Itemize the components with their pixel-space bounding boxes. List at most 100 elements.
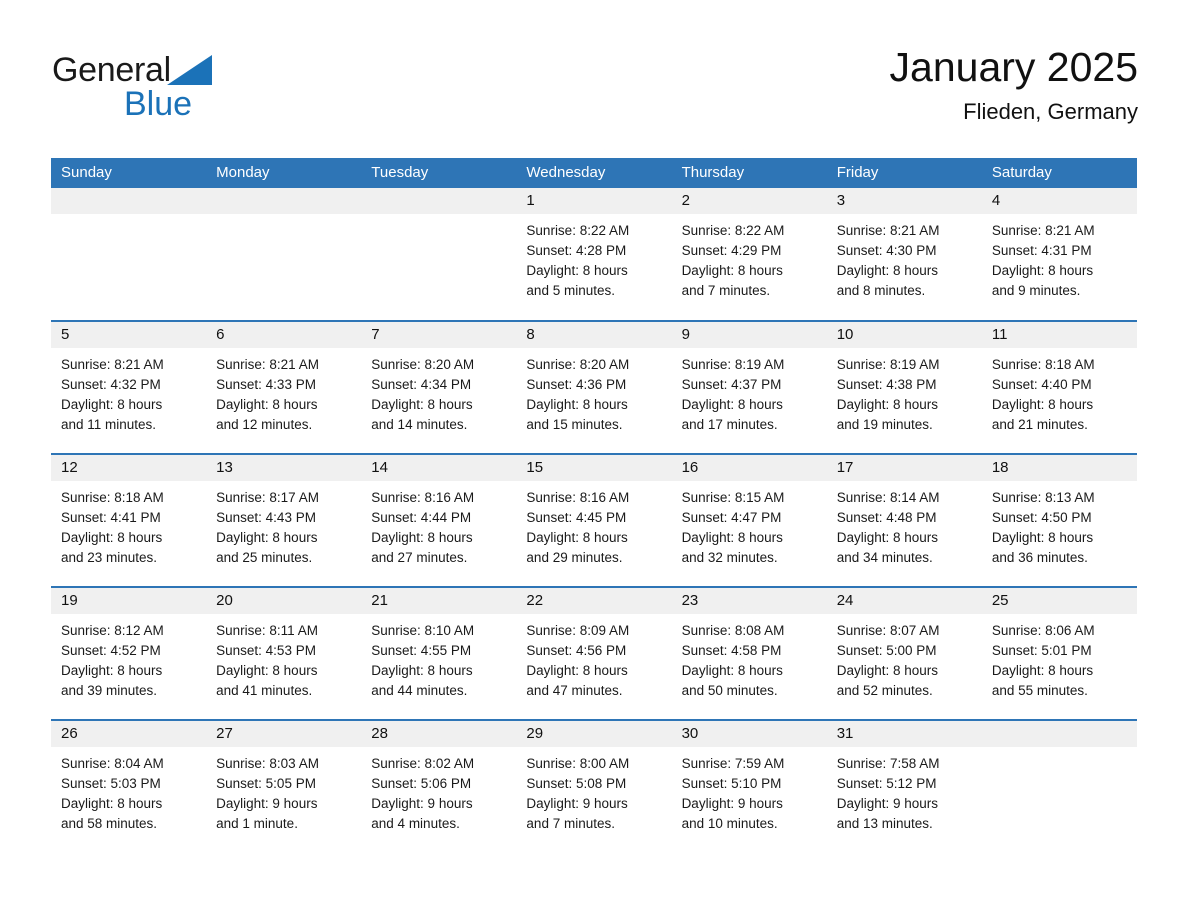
sunset-text: Sunset: 4:43 PM (216, 510, 316, 525)
day-number: 27 (206, 721, 362, 747)
sunrise-text: Sunrise: 8:18 AM (61, 490, 164, 505)
day-details: Sunrise: 8:15 AM Sunset: 4:47 PM Dayligh… (672, 481, 827, 568)
sunrise-text: Sunrise: 8:04 AM (61, 756, 164, 771)
day-details: Sunrise: 8:14 AM Sunset: 4:48 PM Dayligh… (827, 481, 982, 568)
sunset-text: Sunset: 4:40 PM (991, 377, 1092, 392)
week-row: 26 Sunrise: 8:04 AM Sunset: 5:03 PM Dayl… (51, 719, 1137, 852)
sunset-text: Sunset: 4:31 PM (991, 243, 1092, 258)
day-number: 24 (826, 588, 982, 614)
day-cell[interactable]: 8 Sunrise: 8:20 AM Sunset: 4:36 PM Dayli… (516, 322, 672, 453)
day-number: 14 (361, 455, 517, 481)
day-details: Sunrise: 8:21 AM Sunset: 4:32 PM Dayligh… (51, 348, 206, 435)
day-cell[interactable]: 6 Sunrise: 8:21 AM Sunset: 4:33 PM Dayli… (206, 322, 362, 453)
day-cell[interactable]: 28 Sunrise: 8:02 AM Sunset: 5:06 PM Dayl… (361, 721, 517, 852)
day-cell[interactable]: 18 Sunrise: 8:13 AM Sunset: 4:50 PM Dayl… (981, 455, 1137, 586)
day-cell[interactable]: 31 Sunrise: 7:58 AM Sunset: 5:12 PM Dayl… (826, 721, 982, 852)
day-cell[interactable]: 2 Sunrise: 8:22 AM Sunset: 4:29 PM Dayli… (671, 188, 827, 320)
day-details: Sunrise: 8:21 AM Sunset: 4:31 PM Dayligh… (982, 214, 1137, 301)
day-cell[interactable] (51, 188, 207, 320)
day-number: 25 (981, 588, 1137, 614)
daylight-text-line2: and 55 minutes. (991, 683, 1088, 698)
sunrise-text: Sunrise: 8:21 AM (836, 223, 940, 238)
sunset-text: Sunset: 4:52 PM (61, 643, 161, 658)
sunset-text: Sunset: 4:45 PM (526, 510, 627, 525)
day-cell[interactable]: 3 Sunrise: 8:21 AM Sunset: 4:30 PM Dayli… (826, 188, 982, 320)
day-cell[interactable]: 16 Sunrise: 8:15 AM Sunset: 4:47 PM Dayl… (671, 455, 827, 586)
day-cell[interactable]: 19 Sunrise: 8:12 AM Sunset: 4:52 PM Dayl… (51, 588, 207, 719)
day-cell[interactable]: 21 Sunrise: 8:10 AM Sunset: 4:55 PM Dayl… (361, 588, 517, 719)
day-cell[interactable]: 20 Sunrise: 8:11 AM Sunset: 4:53 PM Dayl… (206, 588, 362, 719)
daylight-text-line2: and 29 minutes. (526, 550, 623, 565)
day-details: Sunrise: 7:59 AM Sunset: 5:10 PM Dayligh… (672, 747, 827, 834)
day-details: Sunrise: 8:20 AM Sunset: 4:36 PM Dayligh… (516, 348, 671, 435)
daylight-text-line2: and 13 minutes. (836, 816, 933, 831)
sunrise-text: Sunrise: 8:16 AM (526, 490, 630, 505)
day-number: 21 (361, 588, 517, 614)
day-details: Sunrise: 8:08 AM Sunset: 4:58 PM Dayligh… (672, 614, 827, 701)
day-cell[interactable]: 30 Sunrise: 7:59 AM Sunset: 5:10 PM Dayl… (671, 721, 827, 852)
daylight-text-line2: and 36 minutes. (991, 550, 1088, 565)
day-cell[interactable]: 13 Sunrise: 8:17 AM Sunset: 4:43 PM Dayl… (206, 455, 362, 586)
day-cell[interactable]: 1 Sunrise: 8:22 AM Sunset: 4:28 PM Dayli… (516, 188, 672, 320)
daylight-text-line1: Daylight: 9 hours (526, 796, 628, 811)
daylight-text-line1: Daylight: 8 hours (681, 263, 783, 278)
day-cell[interactable]: 5 Sunrise: 8:21 AM Sunset: 4:32 PM Dayli… (51, 322, 207, 453)
weekday-header-row: Sunday Monday Tuesday Wednesday Thursday… (51, 158, 1137, 188)
daylight-text-line1: Daylight: 8 hours (681, 397, 783, 412)
day-cell[interactable]: 27 Sunrise: 8:03 AM Sunset: 5:05 PM Dayl… (206, 721, 362, 852)
sunset-text: Sunset: 4:29 PM (681, 243, 782, 258)
daylight-text-line1: Daylight: 8 hours (61, 530, 163, 545)
daylight-text-line1: Daylight: 8 hours (836, 663, 939, 678)
sunset-text: Sunset: 5:12 PM (836, 776, 937, 791)
day-cell[interactable]: 7 Sunrise: 8:20 AM Sunset: 4:34 PM Dayli… (361, 322, 517, 453)
day-cell[interactable] (361, 188, 517, 320)
daylight-text-line1: Daylight: 8 hours (216, 530, 318, 545)
sunset-text: Sunset: 4:55 PM (371, 643, 472, 658)
sunrise-text: Sunrise: 8:09 AM (526, 623, 630, 638)
day-cell[interactable]: 15 Sunrise: 8:16 AM Sunset: 4:45 PM Dayl… (516, 455, 672, 586)
day-cell[interactable]: 14 Sunrise: 8:16 AM Sunset: 4:44 PM Dayl… (361, 455, 517, 586)
day-cell[interactable] (206, 188, 362, 320)
day-cell[interactable]: 25 Sunrise: 8:06 AM Sunset: 5:01 PM Dayl… (981, 588, 1137, 719)
day-number: 29 (516, 721, 672, 747)
sunset-text: Sunset: 4:30 PM (836, 243, 937, 258)
day-cell[interactable]: 10 Sunrise: 8:19 AM Sunset: 4:38 PM Dayl… (826, 322, 982, 453)
day-cell[interactable]: 29 Sunrise: 8:00 AM Sunset: 5:08 PM Dayl… (516, 721, 672, 852)
sunrise-text: Sunrise: 8:08 AM (681, 623, 785, 638)
sunset-text: Sunset: 5:01 PM (991, 643, 1092, 658)
day-cell[interactable]: 9 Sunrise: 8:19 AM Sunset: 4:37 PM Dayli… (671, 322, 827, 453)
daylight-text-line2: and 39 minutes. (61, 683, 158, 698)
sunset-text: Sunset: 4:44 PM (371, 510, 472, 525)
day-cell[interactable]: 22 Sunrise: 8:09 AM Sunset: 4:56 PM Dayl… (516, 588, 672, 719)
sunrise-text: Sunrise: 8:18 AM (991, 357, 1095, 372)
day-cell[interactable]: 26 Sunrise: 8:04 AM Sunset: 5:03 PM Dayl… (51, 721, 207, 852)
sunrise-text: Sunrise: 8:21 AM (991, 223, 1095, 238)
day-cell[interactable]: 4 Sunrise: 8:21 AM Sunset: 4:31 PM Dayli… (981, 188, 1137, 320)
generalblue-logo[interactable]: General Blue (52, 50, 282, 126)
day-cell[interactable]: 17 Sunrise: 8:14 AM Sunset: 4:48 PM Dayl… (826, 455, 982, 586)
daylight-text-line2: and 41 minutes. (216, 683, 313, 698)
day-number: 20 (206, 588, 362, 614)
sunrise-text: Sunrise: 8:17 AM (216, 490, 319, 505)
daylight-text-line2: and 50 minutes. (681, 683, 778, 698)
day-cell[interactable]: 12 Sunrise: 8:18 AM Sunset: 4:41 PM Dayl… (51, 455, 207, 586)
sunrise-text: Sunrise: 8:16 AM (371, 490, 475, 505)
daylight-text-line2: and 44 minutes. (371, 683, 468, 698)
day-details: Sunrise: 8:09 AM Sunset: 4:56 PM Dayligh… (516, 614, 671, 701)
day-cell[interactable]: 23 Sunrise: 8:08 AM Sunset: 4:58 PM Dayl… (671, 588, 827, 719)
day-cell[interactable] (981, 721, 1137, 852)
day-details (361, 214, 516, 221)
day-number: 31 (826, 721, 982, 747)
day-cell[interactable]: 24 Sunrise: 8:07 AM Sunset: 5:00 PM Dayl… (826, 588, 982, 719)
sunset-text: Sunset: 5:03 PM (61, 776, 161, 791)
day-cell[interactable]: 11 Sunrise: 8:18 AM Sunset: 4:40 PM Dayl… (981, 322, 1137, 453)
sunset-text: Sunset: 5:08 PM (526, 776, 627, 791)
day-details: Sunrise: 8:16 AM Sunset: 4:44 PM Dayligh… (361, 481, 516, 568)
daylight-text-line2: and 11 minutes. (61, 417, 157, 432)
daylight-text-line1: Daylight: 8 hours (526, 397, 628, 412)
day-number: 7 (361, 322, 517, 348)
sunset-text: Sunset: 4:32 PM (61, 377, 161, 392)
daylight-text-line2: and 17 minutes. (681, 417, 778, 432)
day-number: 11 (981, 322, 1137, 348)
logo-top-row: General (52, 50, 282, 90)
